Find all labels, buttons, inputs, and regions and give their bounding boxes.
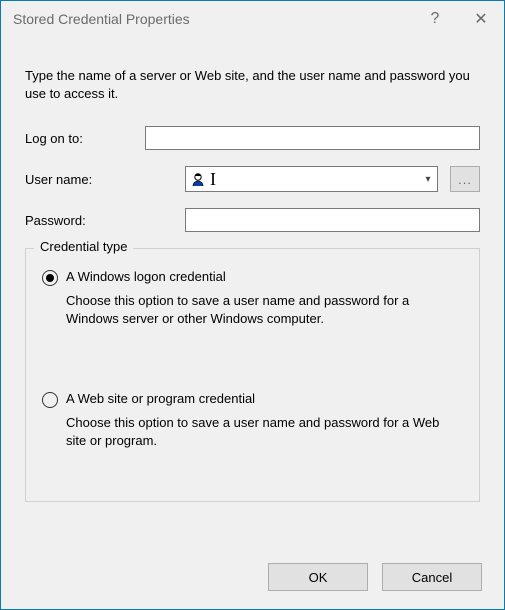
radio-website-row[interactable]: A Web site or program credential bbox=[42, 391, 463, 408]
content-area: Type the name of a server or Web site, a… bbox=[1, 37, 504, 502]
group-legend: Credential type bbox=[34, 239, 133, 254]
radio-website-desc: Choose this option to save a user name a… bbox=[66, 414, 463, 449]
radio-windows-desc: Choose this option to save a user name a… bbox=[66, 292, 463, 327]
radio-windows-row[interactable]: A Windows logon credential bbox=[42, 269, 463, 286]
text-cursor-icon: I bbox=[210, 169, 419, 190]
username-label: User name: bbox=[25, 172, 185, 187]
dialog-footer: OK Cancel bbox=[268, 563, 482, 591]
username-combobox[interactable]: I ▾ bbox=[185, 166, 438, 192]
ellipsis-icon: ... bbox=[458, 172, 472, 187]
password-input[interactable] bbox=[185, 208, 480, 232]
dialog-window: Stored Credential Properties ? ✕ Type th… bbox=[0, 0, 505, 610]
close-icon: ✕ bbox=[474, 9, 487, 29]
radio-website[interactable] bbox=[42, 392, 58, 408]
radio-windows[interactable] bbox=[42, 270, 58, 286]
instruction-text: Type the name of a server or Web site, a… bbox=[25, 67, 480, 102]
titlebar: Stored Credential Properties ? ✕ bbox=[1, 1, 504, 37]
cancel-button[interactable]: Cancel bbox=[382, 563, 482, 591]
user-icon bbox=[190, 171, 206, 187]
help-icon: ? bbox=[431, 10, 440, 28]
radio-website-title: A Web site or program credential bbox=[66, 391, 255, 406]
window-title: Stored Credential Properties bbox=[13, 11, 190, 27]
logon-label: Log on to: bbox=[25, 131, 145, 146]
browse-button[interactable]: ... bbox=[450, 166, 480, 192]
credential-type-group: Credential type A Windows logon credenti… bbox=[25, 248, 480, 502]
password-label: Password: bbox=[25, 213, 185, 228]
help-button[interactable]: ? bbox=[412, 1, 458, 37]
chevron-down-icon[interactable]: ▾ bbox=[419, 174, 437, 185]
close-button[interactable]: ✕ bbox=[458, 1, 504, 37]
ok-button[interactable]: OK bbox=[268, 563, 368, 591]
radio-windows-title: A Windows logon credential bbox=[66, 269, 226, 284]
logon-row: Log on to: bbox=[25, 126, 480, 150]
password-row: Password: bbox=[25, 208, 480, 232]
username-row: User name: I ▾ ... bbox=[25, 166, 480, 192]
username-value: I bbox=[206, 169, 419, 190]
logon-input[interactable] bbox=[145, 126, 480, 150]
